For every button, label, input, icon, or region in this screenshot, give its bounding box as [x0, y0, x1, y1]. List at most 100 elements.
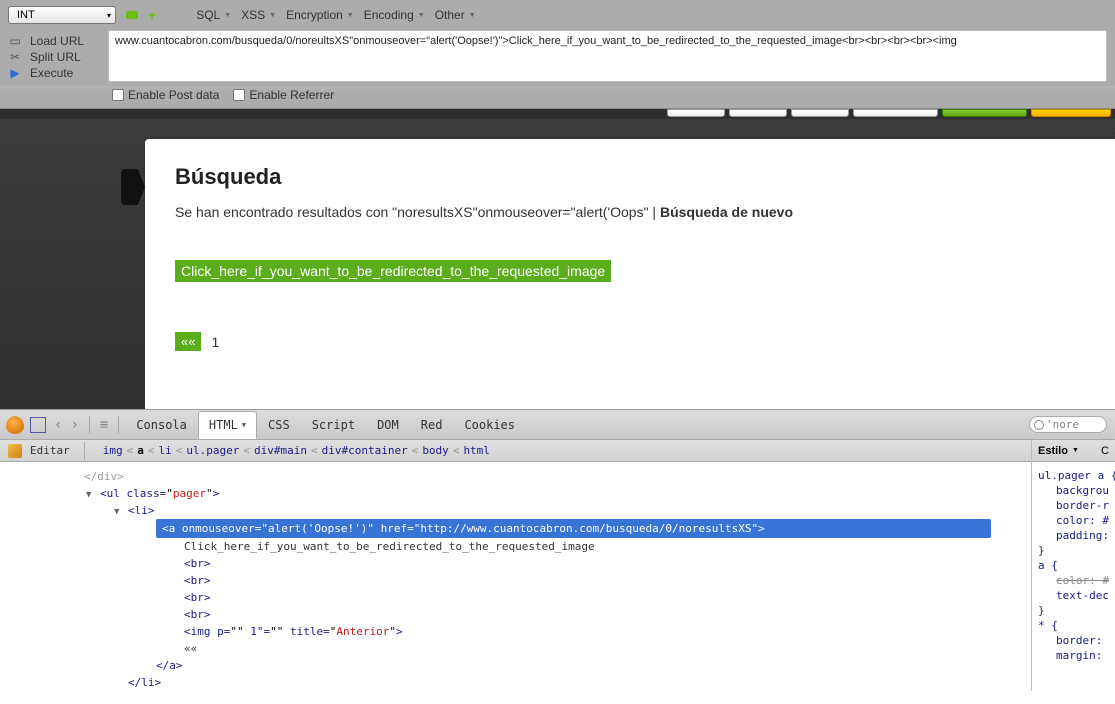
nav-button[interactable]: [729, 109, 787, 117]
nav-button[interactable]: [667, 109, 725, 117]
style-rules[interactable]: ul.pager a { backgrou border-r color: # …: [1032, 462, 1115, 669]
split-url-button[interactable]: ✂Split URL: [8, 50, 102, 64]
firebug-panel: ‹ › ≡ Consola HTML▼ CSS Script DOM Red C…: [0, 409, 1115, 691]
chevron-down-icon: ▾: [107, 11, 111, 20]
html-node[interactable]: <img p="" 1"="" title="Anterior">: [184, 623, 1031, 640]
chevron-down-icon: ▼: [1072, 447, 1079, 454]
breadcrumb: img< a< li< ul.pager< div#main< div#cont…: [91, 444, 490, 457]
menu-other[interactable]: Other ▼: [435, 8, 476, 22]
menu-xss[interactable]: XSS ▼: [241, 8, 276, 22]
firebug-tabbar: ‹ › ≡ Consola HTML▼ CSS Script DOM Red C…: [0, 410, 1115, 440]
html-node[interactable]: <br>: [184, 606, 1031, 623]
crumb-img[interactable]: img: [103, 444, 123, 457]
html-text-node[interactable]: Click_here_if_you_want_to_be_redirected_…: [184, 538, 1031, 555]
tab-css[interactable]: CSS: [257, 411, 301, 439]
separator: [118, 416, 119, 434]
html-node[interactable]: </li>: [128, 674, 1031, 691]
separator: [84, 442, 85, 460]
crumb-ul[interactable]: ul.pager: [186, 444, 239, 457]
toolbar-plus-button[interactable]: +: [148, 7, 156, 23]
edit-icon[interactable]: [8, 444, 22, 458]
chevron-down-icon: ▼: [224, 12, 231, 19]
twisty-open-icon[interactable]: ▼: [86, 487, 91, 504]
nav-button-green[interactable]: [942, 109, 1027, 117]
pager: «« 1: [175, 332, 1085, 351]
twisty-open-icon[interactable]: ▼: [142, 521, 147, 538]
chevron-down-icon: ▼: [269, 12, 276, 19]
firebug-icon[interactable]: [6, 416, 24, 434]
toolbar-green-button[interactable]: [126, 11, 138, 19]
menu-encryption[interactable]: Encryption ▼: [286, 8, 354, 22]
html-node[interactable]: <br>: [184, 589, 1031, 606]
chevron-down-icon: ▼: [469, 12, 476, 19]
pager-prev-button[interactable]: ««: [175, 332, 201, 351]
nav-back-button[interactable]: ‹: [50, 417, 66, 433]
crumb-main[interactable]: div#main: [254, 444, 307, 457]
hackbar-menubar: INT ▾ + SQL ▼ XSS ▼ Encryption ▼ Encodin…: [0, 0, 1115, 30]
tab-consola[interactable]: Consola: [125, 411, 198, 439]
url-input[interactable]: www.cuantocabron.com/busqueda/0/noreults…: [108, 30, 1107, 82]
menu-sql[interactable]: SQL ▼: [196, 8, 231, 22]
tab-html[interactable]: HTML▼: [198, 411, 257, 439]
nav-button[interactable]: [853, 109, 938, 117]
tab-script[interactable]: Script: [301, 411, 366, 439]
enable-post-checkbox[interactable]: Enable Post data: [112, 88, 219, 102]
enable-referrer-checkbox[interactable]: Enable Referrer: [233, 88, 334, 102]
execute-button[interactable]: ▶Execute: [8, 66, 102, 80]
edit-button[interactable]: Editar: [30, 444, 70, 457]
page-content: Búsqueda Se han encontrado resultados co…: [145, 139, 1115, 409]
rendered-page: Búsqueda Se han encontrado resultados co…: [0, 109, 1115, 409]
hackbar-actions: ▭Load URL ✂Split URL ▶Execute: [8, 30, 108, 82]
style-panel: Estilo▼C ul.pager a { backgrou border-r …: [1031, 440, 1115, 691]
firebug-search-input[interactable]: 'nore: [1029, 416, 1107, 433]
style-panel-header[interactable]: Estilo▼C: [1032, 440, 1115, 462]
twisty-open-icon[interactable]: ▼: [114, 504, 119, 521]
html-node-selected[interactable]: ▼<a onmouseover="alert('Oopse!')" href="…: [156, 519, 1031, 538]
html-node[interactable]: <br>: [184, 555, 1031, 572]
separator: [89, 416, 90, 434]
crumb-html[interactable]: html: [463, 444, 490, 457]
html-node[interactable]: </div>: [84, 468, 1031, 485]
nav-fwd-button[interactable]: ›: [66, 417, 82, 433]
hackbar-toolbar: INT ▾ + SQL ▼ XSS ▼ Encryption ▼ Encodin…: [0, 0, 1115, 109]
menu-encoding[interactable]: Encoding ▼: [364, 8, 425, 22]
html-node[interactable]: ▼<li>: [128, 502, 1031, 519]
crumb-container[interactable]: div#container: [322, 444, 408, 457]
load-url-button[interactable]: ▭Load URL: [8, 34, 102, 48]
nav-button[interactable]: [791, 109, 849, 117]
crumb-li[interactable]: li: [159, 444, 172, 457]
crumb-a[interactable]: a: [137, 444, 144, 457]
pager-page-number: 1: [211, 334, 219, 350]
tab-dom[interactable]: DOM: [366, 411, 410, 439]
checkbox-icon: [233, 89, 245, 101]
tab-cookies[interactable]: Cookies: [453, 411, 526, 439]
firebug-breadcrumb-bar: Editar img< a< li< ul.pager< div#main< d…: [0, 440, 1031, 462]
subtitle-text: Se han encontrado resultados con "noresu…: [175, 204, 660, 220]
page-title: Búsqueda: [175, 164, 1085, 190]
checkbox-icon: [112, 89, 124, 101]
tab-red[interactable]: Red: [410, 411, 454, 439]
html-node[interactable]: <br>: [184, 572, 1031, 589]
injected-link[interactable]: Click_here_if_you_want_to_be_redirected_…: [175, 260, 611, 282]
html-node[interactable]: ▼<ul class="pager">: [100, 485, 1031, 502]
chevron-down-icon: ▼: [347, 12, 354, 19]
hackbar-options: Enable Post data Enable Referrer: [0, 86, 1115, 108]
play-icon: ▶: [8, 66, 22, 80]
site-nav: [0, 109, 1115, 119]
search-again-link[interactable]: Búsqueda de nuevo: [660, 204, 793, 220]
html-text-node[interactable]: ««: [184, 640, 1031, 657]
scissors-icon: ✂: [8, 50, 22, 64]
inspect-icon[interactable]: [30, 417, 46, 433]
nav-button-yellow[interactable]: [1031, 109, 1111, 117]
crumb-body[interactable]: body: [422, 444, 449, 457]
page-icon: ▭: [8, 34, 22, 48]
int-select[interactable]: INT ▾: [8, 6, 116, 24]
toggle-button[interactable]: ≡: [96, 417, 112, 433]
chevron-down-icon: ▼: [418, 12, 425, 19]
chevron-down-icon: ▼: [242, 421, 246, 429]
search-subtitle: Se han encontrado resultados con "noresu…: [175, 204, 1085, 220]
int-select-value: INT: [17, 9, 35, 21]
html-node[interactable]: </a>: [156, 657, 1031, 674]
hackbar-main: ▭Load URL ✂Split URL ▶Execute www.cuanto…: [0, 30, 1115, 86]
html-tree[interactable]: </div> ▼<ul class="pager"> ▼<li> ▼<a onm…: [0, 462, 1031, 691]
